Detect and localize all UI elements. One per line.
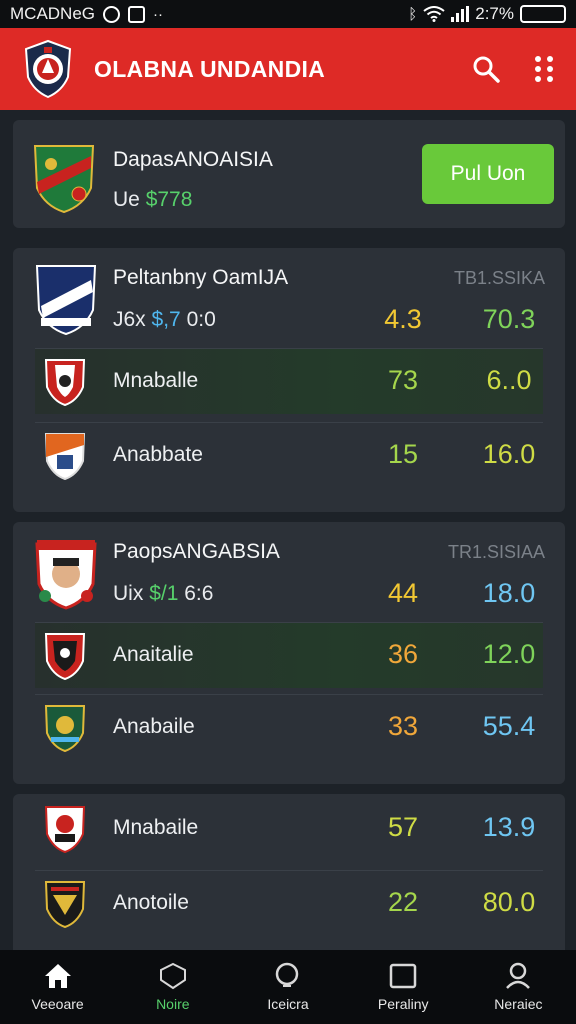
list-item[interactable]: Mnabaile 57 13.9: [35, 796, 543, 862]
search-icon: [275, 962, 299, 987]
nav-label: Neraiec: [494, 996, 543, 1012]
signal-icon: [451, 6, 470, 22]
app-bar: OLABNA UNDANDIA: [0, 28, 576, 110]
team-name: Anabbate: [113, 443, 203, 466]
grid-dots-icon[interactable]: [534, 55, 554, 83]
club-badge-icon: [44, 705, 86, 753]
club-badge-icon: [35, 265, 97, 336]
group-subtitle: J6x $,7 0:0: [113, 308, 216, 331]
team-value-1: 22: [387, 887, 419, 917]
team-name: Anabaile: [113, 715, 195, 738]
team-value-1: 33: [387, 711, 419, 741]
list-item[interactable]: Anabbate 15 16.0: [35, 422, 543, 488]
team-name: Anotoile: [113, 891, 189, 914]
carrier-label: MCADNeG: [10, 4, 96, 23]
nav-item-peraliny[interactable]: Peraliny: [346, 950, 461, 1024]
nav-item-profile[interactable]: Neraiec: [461, 950, 576, 1024]
team-value-2: 13.9: [482, 812, 536, 842]
shield-icon: [159, 962, 186, 990]
bottom-navigation: Veeoare Noire Iceicra Peraliny Neraiec: [0, 950, 576, 1024]
group-value-1: 4.3: [384, 304, 422, 334]
status-bar: MCADNeG ·· ᛒ 2:7%: [0, 0, 576, 28]
team-value-2: 16.0: [482, 439, 536, 469]
notification-circle-icon: [103, 5, 121, 23]
profile-icon: [506, 962, 531, 989]
team-value-1: 36: [387, 639, 419, 669]
home-icon: [44, 964, 71, 988]
team-name: Mnabaile: [113, 816, 199, 839]
list-item[interactable]: Anotoile 22 80.0: [35, 870, 543, 936]
app-title: OLABNA UNDANDIA: [94, 55, 326, 82]
team-value-2: 12.0: [482, 639, 536, 669]
club-badge-icon: [44, 433, 86, 481]
team-value-1: 57: [387, 812, 419, 842]
main-content[interactable]: DapasANOAISIA Ue $778 Pul Uon Peltanbny …: [0, 110, 576, 950]
group-header[interactable]: Peltanbny OamIJA TB1.SSIKA J6x $,7 0:0 4…: [13, 248, 565, 348]
battery-icon: [520, 5, 566, 23]
team-value-2: 80.0: [482, 887, 536, 917]
team-name: Anaitalie: [113, 643, 194, 666]
team-value-1: 73: [387, 365, 419, 395]
group-title: PaopsANGABSIA: [113, 540, 280, 563]
club-badge-icon: [44, 881, 86, 929]
group-value-2: 70.3: [482, 304, 536, 334]
more-dots-icon: ··: [153, 5, 164, 23]
nav-label: Noire: [156, 996, 190, 1012]
group-code: TB1.SSIKA: [453, 268, 545, 288]
nav-item-home[interactable]: Veeoare: [0, 950, 115, 1024]
club-badge-icon: [33, 145, 95, 214]
team-value-1: 15: [387, 439, 419, 469]
nav-item-noire[interactable]: Noire: [115, 950, 230, 1024]
club-badge-icon: [44, 633, 86, 681]
featured-amount: $778: [145, 188, 193, 211]
wifi-icon: [423, 6, 445, 22]
nav-label: Peraliny: [377, 996, 429, 1012]
match-group-card[interactable]: Peltanbny OamIJA TB1.SSIKA J6x $,7 0:0 4…: [13, 248, 565, 512]
match-group-card[interactable]: PaopsANGABSIA TR1.SISIAA Uix $/1 6:6 44 …: [13, 522, 565, 784]
nav-item-search[interactable]: Iceicra: [230, 950, 345, 1024]
list-item[interactable]: Mnaballe 73 6..0: [35, 348, 543, 414]
group-subtitle: Uix $/1 6:6: [113, 582, 214, 605]
group-value-2: 18.0: [482, 578, 536, 608]
team-value-2: 6..0: [486, 365, 532, 395]
club-badge-icon: [44, 359, 86, 407]
team-value-2: 55.4: [482, 711, 536, 741]
battery-percent: 2:7%: [475, 4, 514, 23]
pull-button[interactable]: Pul Uon: [422, 144, 554, 204]
list-item[interactable]: Anabaile 33 55.4: [35, 694, 543, 760]
featured-subtitle: Ue $778: [113, 188, 193, 211]
featured-name: DapasANOAISIA: [113, 148, 273, 171]
group-value-1: 44: [387, 578, 419, 608]
list-item[interactable]: Anaitalie 36 12.0: [35, 622, 543, 688]
square-icon: [389, 963, 417, 989]
club-badge-icon: [44, 806, 86, 854]
club-crest-icon: [24, 39, 72, 99]
nav-label: Veeoare: [31, 996, 84, 1012]
group-title: Peltanbny OamIJA: [113, 266, 289, 289]
match-group-card[interactable]: Mnabaile 57 13.9 Anotoile 22 80.0: [13, 794, 565, 950]
group-code: TR1.SISIAA: [447, 542, 545, 562]
search-icon[interactable]: [472, 55, 500, 83]
team-name: Mnaballe: [113, 369, 199, 392]
group-header[interactable]: PaopsANGABSIA TR1.SISIAA Uix $/1 6:6 44 …: [13, 522, 565, 622]
featured-card[interactable]: DapasANOAISIA Ue $778 Pul Uon: [13, 120, 565, 228]
nav-label: Iceicra: [267, 996, 309, 1012]
notification-box-icon: [128, 5, 146, 23]
club-badge-icon: [35, 540, 97, 610]
bluetooth-icon: ᛒ: [408, 5, 418, 23]
